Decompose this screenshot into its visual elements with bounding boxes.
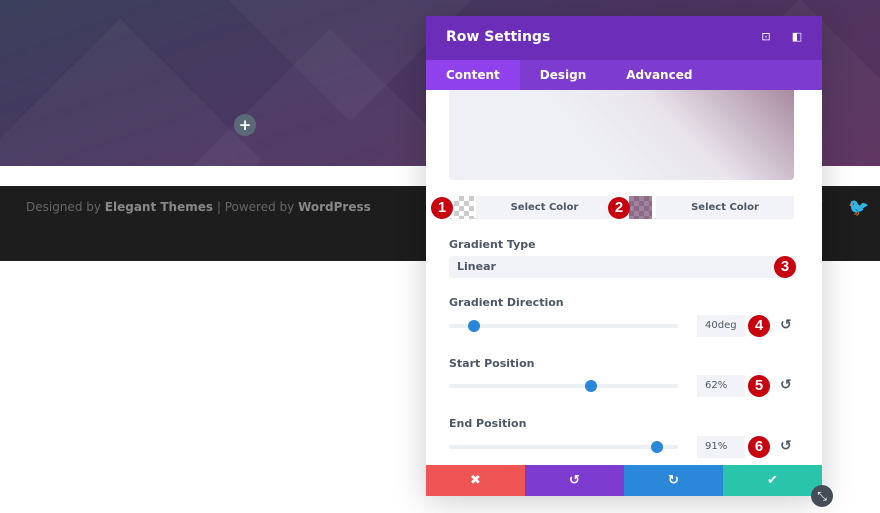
sidebar-icon[interactable]: ◧: [790, 30, 804, 44]
wordpress-link[interactable]: WordPress: [298, 200, 371, 214]
undo-button[interactable]: ↺: [525, 465, 624, 496]
badge-1: 1: [431, 197, 453, 219]
gradient-direction-input[interactable]: 40deg: [697, 315, 745, 337]
row-settings-modal: Row Settings ⊡ ◧ Content Design Advanced…: [426, 16, 822, 496]
color-picker-2[interactable]: Select Color: [629, 196, 794, 219]
modal-tabs: Content Design Advanced: [426, 60, 822, 90]
color-picker-1[interactable]: Select Color: [449, 196, 613, 219]
select-color-button-1[interactable]: Select Color: [476, 196, 613, 219]
fullscreen-icon[interactable]: ⊡: [759, 30, 773, 44]
tab-design[interactable]: Design: [520, 60, 607, 90]
badge-2: 2: [608, 197, 630, 219]
badge-4: 4: [748, 315, 770, 337]
gradient-preview: [449, 90, 794, 180]
gradient-type-select[interactable]: Linear: [449, 256, 797, 278]
gradient-direction-label: Gradient Direction: [449, 296, 564, 309]
color-swatch-1[interactable]: [454, 196, 474, 219]
tab-content[interactable]: Content: [426, 60, 520, 90]
color-swatch-2[interactable]: [629, 196, 652, 219]
slider-thumb[interactable]: [651, 441, 664, 453]
start-position-slider[interactable]: [449, 380, 678, 392]
modal-body: Select Color 1 Select Color 2 Gradient T…: [426, 90, 822, 465]
start-position-input[interactable]: 62%: [697, 375, 745, 397]
start-position-label: Start Position: [449, 357, 535, 370]
end-position-slider[interactable]: [449, 441, 678, 453]
modal-title: Row Settings: [446, 29, 551, 45]
twitter-icon[interactable]: 🐦: [848, 198, 869, 218]
modal-header: Row Settings ⊡ ◧: [426, 16, 822, 60]
redo-button[interactable]: ↻: [624, 465, 723, 496]
cancel-button[interactable]: ✖: [426, 465, 525, 496]
reset-icon[interactable]: ↺: [780, 377, 792, 393]
slider-thumb[interactable]: [468, 320, 481, 332]
add-row-button[interactable]: +: [234, 114, 256, 136]
badge-3: 3: [774, 256, 796, 278]
reset-icon[interactable]: ↺: [780, 317, 792, 333]
resize-handle-icon[interactable]: ⤡: [811, 485, 833, 507]
end-position-input[interactable]: 91%: [697, 436, 745, 458]
footer-credits: Designed by Elegant Themes | Powered by …: [26, 200, 371, 214]
end-position-label: End Position: [449, 417, 527, 430]
badge-6: 6: [748, 436, 770, 458]
gradient-direction-slider[interactable]: [449, 320, 678, 332]
elegant-themes-link[interactable]: Elegant Themes: [105, 200, 213, 214]
reset-icon[interactable]: ↺: [780, 438, 792, 454]
modal-actions: ✖ ↺ ↻ ✔: [426, 465, 822, 496]
select-color-button-2[interactable]: Select Color: [656, 196, 794, 219]
slider-thumb[interactable]: [584, 380, 597, 392]
gradient-type-label: Gradient Type: [449, 238, 536, 251]
tab-advanced[interactable]: Advanced: [606, 60, 712, 90]
save-button[interactable]: ✔: [723, 465, 822, 496]
badge-5: 5: [748, 375, 770, 397]
